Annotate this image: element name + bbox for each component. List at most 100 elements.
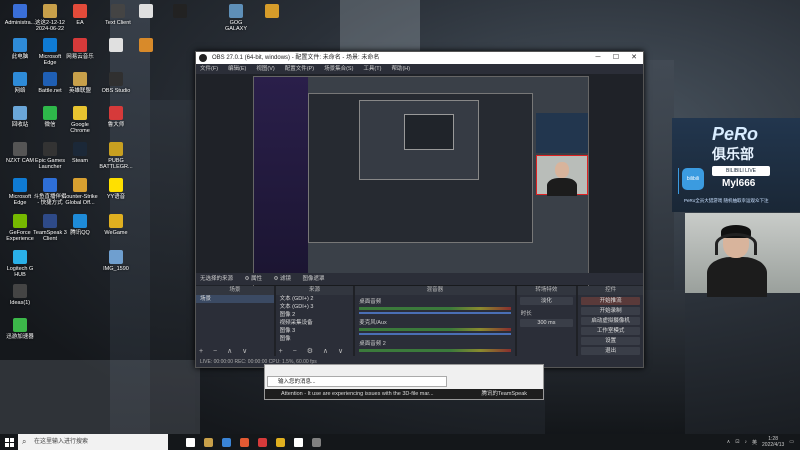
- desktop-icon[interactable]: IMG_1590: [98, 250, 134, 272]
- taskbar-app-icon[interactable]: [240, 437, 249, 447]
- desktop-icon[interactable]: GOG GALAXY: [218, 4, 254, 32]
- menu-file[interactable]: 文件(F): [200, 64, 218, 74]
- clock[interactable]: 1:28 2022/4/13: [762, 436, 784, 448]
- taskbar-app-icon[interactable]: [258, 437, 267, 447]
- mixer-dock: 混音器 桌面音频 麦克风/Aux 桌面音频 2: [355, 286, 515, 356]
- menu-tools[interactable]: 工具(T): [363, 64, 381, 74]
- app-icon: [229, 4, 243, 18]
- menu-scene-collection[interactable]: 场景集合(S): [324, 64, 353, 74]
- volume-slider[interactable]: [359, 312, 511, 314]
- app-icon: [73, 106, 87, 120]
- message-input[interactable]: 输入您的消息...: [267, 376, 447, 387]
- obs-window[interactable]: OBS 27.0.1 (64-bit, windows) - 配置文件: 未命名…: [195, 51, 644, 368]
- menu-edit[interactable]: 编辑(E): [228, 64, 246, 74]
- taskbar-app-icon[interactable]: [312, 437, 321, 447]
- chevron-up-icon[interactable]: ∧: [727, 439, 731, 445]
- desktop-icon[interactable]: [162, 4, 198, 20]
- desktop-icon[interactable]: Steam: [62, 142, 98, 164]
- maximize-icon[interactable]: ☐: [607, 52, 625, 64]
- taskbar: 在这里输入进行搜索 ∧ ⊡ ♪ 英 1:28 2022/4/13 ▭: [0, 434, 800, 450]
- app-icon: [139, 4, 153, 18]
- preview-canvas[interactable]: [253, 76, 589, 290]
- exit-button[interactable]: 退出: [581, 347, 640, 355]
- app-icon: [109, 214, 123, 228]
- menu-profile[interactable]: 配置文件(P): [285, 64, 314, 74]
- app-icon: [109, 106, 123, 120]
- transition-select[interactable]: 淡化: [519, 297, 574, 305]
- teamspeak-label[interactable]: 腾讯的TeamSpeak: [481, 389, 527, 399]
- desktop-icon[interactable]: 鲁大师: [98, 106, 134, 128]
- source-item[interactable]: 文本 (GDI+) 3: [276, 303, 354, 311]
- app-icon: [13, 106, 27, 120]
- source-item[interactable]: 图像 2: [276, 311, 354, 319]
- notification-icon[interactable]: ▭: [789, 439, 794, 445]
- desktop-icon[interactable]: EA: [62, 4, 98, 26]
- scene-item[interactable]: 场景: [196, 295, 274, 303]
- desktop-icon[interactable]: [128, 38, 164, 54]
- start-recording-button[interactable]: 开始录制: [581, 307, 640, 315]
- app-icon: [73, 142, 87, 156]
- app-icon: [109, 250, 123, 264]
- dock-panels: 场景 场景 + − ∧ ∨ 来源 文本 (GDI+) 2 文本 (GDI+) 3…: [196, 286, 643, 356]
- desktop-icon[interactable]: 迅游加速器: [2, 318, 38, 340]
- scenes-footer-controls[interactable]: + − ∧ ∨: [196, 347, 274, 356]
- sources-footer-controls[interactable]: + − ⚙ ∧ ∨: [276, 347, 354, 356]
- duration-label: 时长: [520, 311, 532, 317]
- app-icon: [173, 4, 187, 18]
- volume-slider[interactable]: [359, 333, 511, 335]
- sources-header: 来源: [275, 286, 354, 295]
- minimize-icon[interactable]: ─: [589, 52, 607, 64]
- streamer-id: Myl666: [722, 178, 756, 189]
- settings-button[interactable]: 设置: [581, 337, 640, 345]
- taskbar-app-icon[interactable]: [222, 437, 231, 447]
- duration-input[interactable]: 300 ms: [519, 319, 574, 327]
- obs-titlebar[interactable]: OBS 27.0.1 (64-bit, windows) - 配置文件: 未命名…: [196, 52, 643, 64]
- desktop-icon-label: Counter-Strike Global Off...: [62, 194, 98, 206]
- taskbar-app-icon[interactable]: [294, 437, 303, 447]
- source-item[interactable]: 视频采集设备: [276, 319, 354, 327]
- desktop-icon[interactable]: 网易云音乐: [62, 38, 98, 60]
- app-icon: [43, 106, 57, 120]
- app-icon: [13, 284, 27, 298]
- desktop-icon[interactable]: Google Chrome: [62, 106, 98, 134]
- desktop-icon-label: TeamSpeak 3 Client: [33, 230, 67, 242]
- desktop-icon-label: 英雄联盟: [68, 88, 91, 94]
- virtual-camera-button[interactable]: 启动虚拟摄像机: [581, 317, 640, 325]
- app-icon: [109, 178, 123, 192]
- desktop-icon-label: YY语音: [106, 194, 126, 200]
- nested-webcam: [536, 155, 588, 196]
- desktop-icon[interactable]: 英雄联盟: [62, 72, 98, 94]
- start-button[interactable]: [0, 434, 18, 450]
- input-language[interactable]: 英: [752, 439, 757, 446]
- taskbar-app-icon[interactable]: [204, 437, 213, 447]
- volume-icon[interactable]: ♪: [745, 439, 748, 445]
- source-item[interactable]: 图像 3: [276, 327, 354, 335]
- desktop-icon-label: WeGame: [104, 230, 128, 236]
- taskbar-app-icon[interactable]: [276, 437, 285, 447]
- start-streaming-button[interactable]: 开始推流: [581, 297, 640, 305]
- desktop-icon[interactable]: [254, 4, 290, 20]
- desktop-icon[interactable]: Ideas(1): [2, 284, 38, 306]
- desktop-icon[interactable]: [128, 4, 164, 20]
- studio-mode-button[interactable]: 工作室模式: [581, 327, 640, 335]
- transitions-header: 转场特效: [516, 286, 577, 295]
- filters-button[interactable]: ⚙ 滤镜: [274, 276, 291, 282]
- desktop-icon[interactable]: WeGame: [98, 214, 134, 236]
- close-icon[interactable]: ✕: [625, 52, 643, 64]
- taskbar-app-icon[interactable]: [186, 437, 195, 447]
- menu-view[interactable]: 视图(V): [256, 64, 274, 74]
- desktop-icon[interactable]: YY语音: [98, 178, 134, 200]
- desktop-icon[interactable]: Logitech G HUB: [2, 250, 38, 278]
- network-icon[interactable]: ⊡: [735, 439, 739, 445]
- image-mask-button[interactable]: 图像遮罩: [303, 276, 325, 282]
- menu-help[interactable]: 帮助(H): [391, 64, 410, 74]
- desktop-icon[interactable]: TeamSpeak 3 Client: [32, 214, 68, 242]
- desktop-icon[interactable]: PUBG BATTLEGR...: [98, 142, 134, 170]
- source-item[interactable]: 文本 (GDI+) 2: [276, 295, 354, 303]
- taskbar-search[interactable]: 在这里输入进行搜索: [18, 434, 168, 450]
- desktop-icon[interactable]: OBS Studio: [98, 72, 134, 94]
- desktop-icon[interactable]: Counter-Strike Global Off...: [62, 178, 98, 206]
- desktop-icon-label: Text Client: [105, 20, 131, 26]
- source-item[interactable]: 图像: [276, 335, 354, 343]
- properties-button[interactable]: ⚙ 属性: [245, 276, 262, 282]
